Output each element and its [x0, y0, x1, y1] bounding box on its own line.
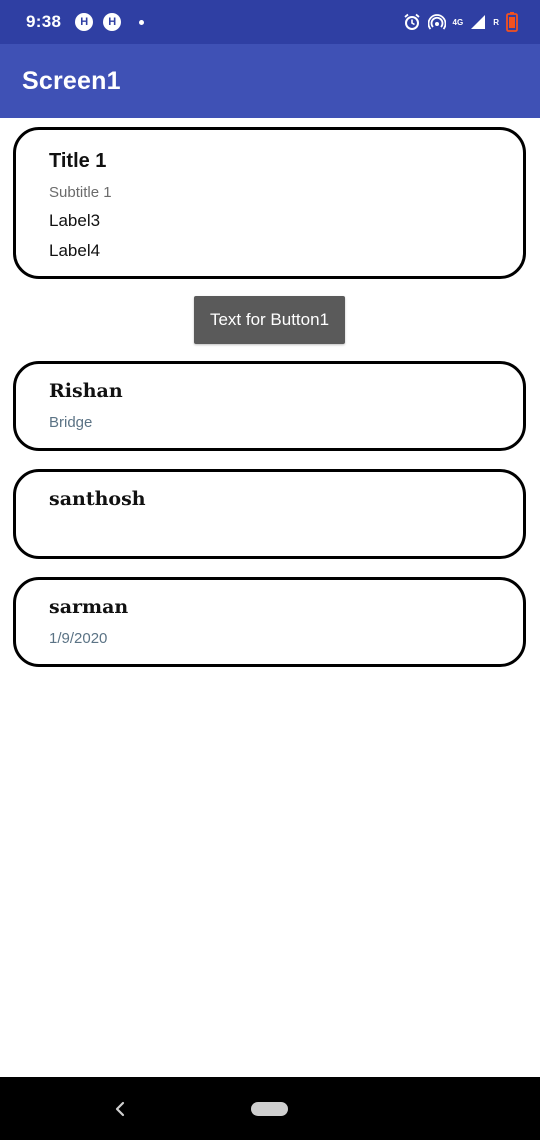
- card-subtitle: Subtitle 1: [49, 184, 112, 201]
- list-item-name: santhosh: [49, 488, 146, 510]
- list-item[interactable]: santhosh: [13, 469, 526, 559]
- main-card: Title 1 Subtitle 1 Label3 Label4: [13, 127, 526, 279]
- list-item-name: Rishan: [49, 380, 123, 402]
- hotspot-icon: [427, 14, 446, 30]
- back-icon[interactable]: [112, 1099, 128, 1119]
- home-pill-icon[interactable]: [251, 1102, 288, 1116]
- network-type-label: 4G: [452, 17, 464, 27]
- roaming-label: R: [493, 17, 499, 27]
- page-title: Screen1: [22, 66, 121, 95]
- app-notification-icon: H: [75, 13, 94, 31]
- list-item[interactable]: sarman 1/9/2020: [13, 577, 526, 667]
- card-label3: Label3: [49, 211, 101, 230]
- card-label4: Label4: [49, 241, 101, 260]
- battery-icon: [506, 12, 518, 32]
- alarm-icon: [403, 13, 420, 30]
- app-notification-icon: H: [103, 13, 122, 31]
- app-bar: Screen1: [0, 44, 540, 118]
- list-item-detail: 1/9/2020: [49, 630, 108, 647]
- card-title: Title 1: [49, 150, 107, 172]
- status-time: 9:38: [26, 12, 62, 31]
- button1[interactable]: Text for Button1: [194, 296, 345, 344]
- navigation-bar: [0, 1077, 540, 1140]
- list-item-detail: Bridge: [49, 414, 93, 431]
- system-icons: 4G R: [403, 12, 518, 32]
- list-item-name: sarman: [49, 596, 129, 618]
- signal-icon: [471, 15, 486, 29]
- notification-icons: H H: [75, 13, 145, 31]
- list-item[interactable]: Rishan Bridge: [13, 361, 526, 451]
- more-notifications-dot-icon: [139, 19, 145, 25]
- status-bar: 9:38 H H 4G R: [0, 0, 540, 44]
